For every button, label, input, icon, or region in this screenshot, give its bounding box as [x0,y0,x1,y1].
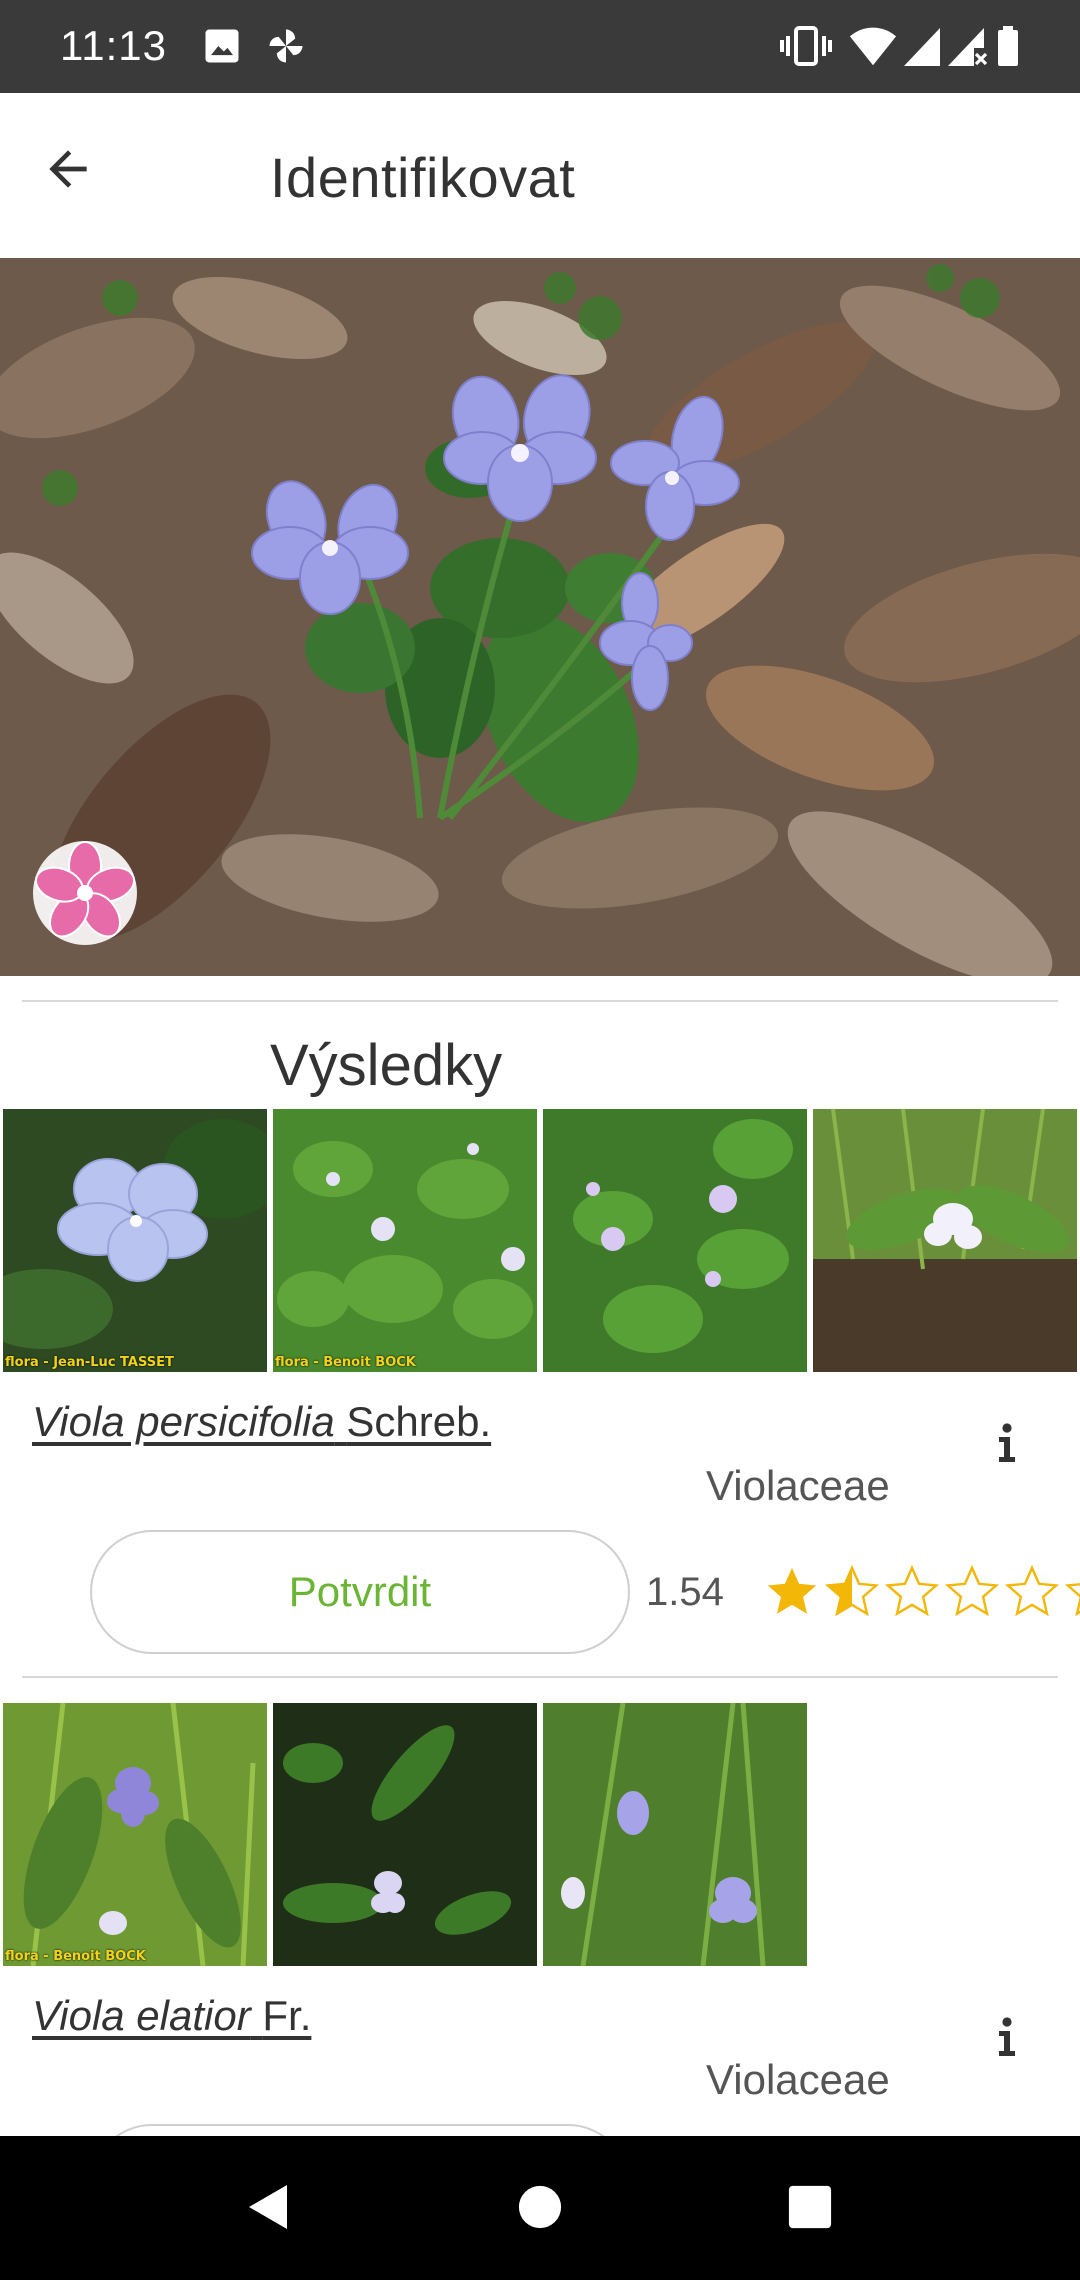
results-heading: Výsledky [270,1033,503,1098]
star-empty-icon [884,1564,940,1617]
species-info-button[interactable] [980,2012,1034,2066]
nav-home-button[interactable] [505,2174,575,2244]
result-thumbnail[interactable]: flora - Jean-Luc TASSET [3,1109,267,1372]
home-circle-icon [517,2184,563,2235]
result-thumbnail[interactable] [813,1109,1077,1372]
species-family: Violaceae [706,1462,890,1509]
divider [22,1000,1058,1002]
vibrate-icon [780,24,832,68]
recents-square-icon [787,2184,833,2235]
divider [22,1676,1058,1678]
star-full-icon [767,1567,817,1614]
result-thumbnail[interactable]: flora - Benoit BOCK [273,1109,537,1372]
result-thumbnails: flora - Jean-Luc TASSET flora - Benoit B… [3,1109,1077,1372]
battery-icon [996,24,1020,68]
match-score: 1.54 [646,1570,724,1614]
photo-credit: flora - Jean-Luc TASSET [5,1355,174,1370]
query-photo [0,258,1080,976]
signal-icon [902,24,942,68]
species-name-link[interactable]: Viola elatior Fr. [32,1992,311,2040]
result-thumbnail[interactable] [543,1109,807,1372]
signal-no-data-icon [946,24,990,68]
nav-back-button[interactable] [232,2174,302,2244]
species-name-link[interactable]: Viola persicifolia Schreb. [32,1398,491,1446]
species-author: Fr. [262,1992,312,2039]
result-thumbnail[interactable] [273,1703,537,1966]
star-half-icon [824,1564,880,1617]
confirm-button[interactable]: Potvrdit [90,1530,630,1654]
nav-recents-button[interactable] [775,2174,845,2244]
star-empty-icon [1064,1583,1080,1617]
pinwheel-icon [264,24,308,68]
result-thumbnail[interactable] [543,1703,807,1966]
status-time: 11:13 [60,22,167,69]
result-thumbnail[interactable]: flora - Benoit BOCK [3,1703,267,1966]
back-button[interactable] [28,131,108,211]
image-icon [200,24,244,68]
rating-stars [763,1563,1080,1621]
status-bar: 11:13 [0,0,1080,93]
species-latin-name: Viola elatior [32,1992,251,2039]
page-title: Identifikovat [270,146,576,209]
photo-credit: flora - Benoit BOCK [5,1949,146,1964]
star-empty-icon [1004,1564,1060,1617]
species-family: Violaceae [706,2056,890,2103]
system-nav-bar [0,2136,1080,2280]
species-latin-name: Viola persicifolia [32,1398,335,1445]
photo-credit: flora - Benoit BOCK [275,1355,416,1370]
app-bar: Identifikovat [0,93,1080,256]
arrow-left-icon [40,141,96,202]
star-empty-icon [944,1564,1000,1617]
info-icon [997,1422,1017,1468]
result-thumbnails: flora - Benoit BOCK [3,1703,807,1966]
species-info-button[interactable] [980,1418,1034,1472]
species-author: Schreb. [346,1398,492,1445]
back-triangle-icon [243,2181,291,2238]
flower-organ-badge-icon[interactable] [30,838,140,948]
info-icon [997,2016,1017,2062]
wifi-icon [848,24,898,68]
